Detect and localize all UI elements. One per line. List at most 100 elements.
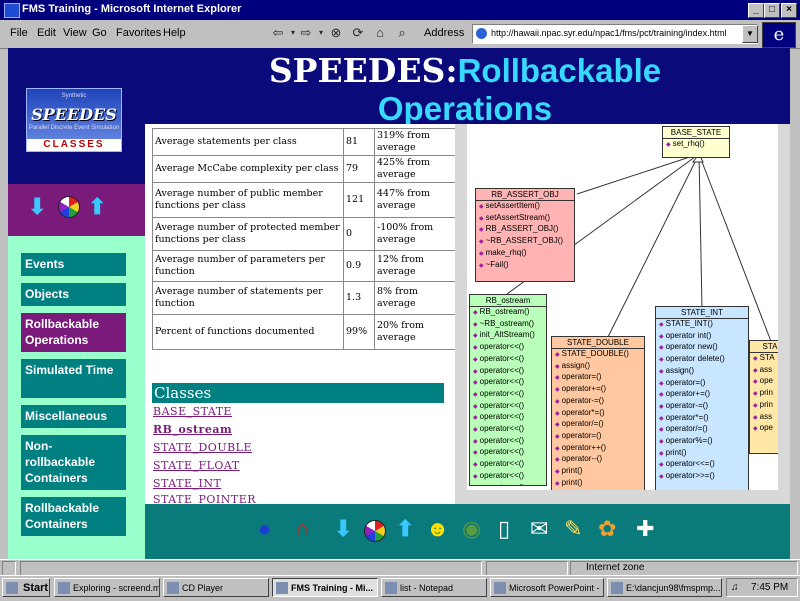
- speaker-icon[interactable]: ♫: [731, 579, 739, 596]
- menu-view[interactable]: View: [63, 27, 87, 39]
- box-rb-ostream[interactable]: RB_ostream RB_ostream()~RB_ostream()init…: [469, 294, 547, 486]
- op-line: operator<<(): [470, 401, 546, 413]
- op-line: init_AltStream(): [470, 330, 546, 342]
- diagram-horizontal-scrollbar[interactable]: [467, 490, 790, 504]
- notes-icon[interactable]: ✎: [564, 516, 582, 542]
- class-diagram: BASE_STATE set_rhq() RB_ASSERT_OBJ setAs…: [467, 124, 790, 490]
- stats-cell-note: 425% from average: [374, 155, 456, 183]
- stats-cell-note: 319% from average: [374, 128, 456, 156]
- status-progress: [486, 561, 568, 576]
- title-rollbackable: Rollbackable: [457, 52, 662, 89]
- task-fms-training[interactable]: FMS Training - Mi...: [272, 578, 378, 597]
- home-icon[interactable]: ⌂: [296, 516, 309, 542]
- stats-row: Average number of statements per functio…: [152, 281, 456, 315]
- nav-miscellaneous[interactable]: Miscellaneous: [21, 405, 126, 428]
- up-arrow-icon[interactable]: ⬆: [396, 516, 414, 542]
- globe-icon[interactable]: ●: [258, 516, 271, 542]
- nav-simulated-time[interactable]: Simulated Time: [21, 359, 126, 398]
- nav-non-rollbackable-containers[interactable]: Non-rollbackable Containers: [21, 435, 126, 490]
- op-line: RB_ASSERT_OBJ(): [476, 224, 574, 236]
- address-field[interactable]: http://hawaii.npac.syr.edu/npac1/fms/pct…: [472, 24, 758, 44]
- stop-icon[interactable]: ⊗: [326, 24, 346, 42]
- box-state-int[interactable]: STATE_INT STATE_INT()operator int()opera…: [655, 306, 749, 490]
- color-wheel-icon[interactable]: [58, 196, 80, 218]
- clock[interactable]: 7:45 PM: [751, 579, 788, 596]
- class-link-state-float[interactable]: STATE_FLOAT: [153, 459, 240, 472]
- diagram-vertical-scrollbar[interactable]: [778, 124, 790, 490]
- maximize-button[interactable]: □: [764, 3, 780, 18]
- op-line: set_rhq(): [663, 139, 729, 151]
- refresh-icon[interactable]: ⟳: [348, 24, 368, 42]
- menu-edit[interactable]: Edit: [37, 27, 56, 39]
- box-state-double-title: STATE_DOUBLE: [552, 337, 644, 349]
- page-icon: [476, 28, 487, 39]
- op-line: operator<<(): [470, 342, 546, 354]
- task-cd-player[interactable]: CD Player: [163, 578, 269, 597]
- stats-row: Average number of public member function…: [152, 182, 456, 218]
- logo-name: SPEEDES: [31, 105, 117, 124]
- menu-file[interactable]: File: [10, 27, 28, 39]
- task-powerpoint[interactable]: Microsoft PowerPoint - ...: [490, 578, 604, 597]
- logo-classes-label: CLASSES: [27, 139, 121, 151]
- color-wheel-icon[interactable]: [364, 520, 386, 542]
- op-line: operator-=(): [656, 401, 748, 413]
- op-line: operator+=(): [552, 384, 644, 396]
- up-arrow-icon[interactable]: ⬆: [88, 194, 106, 220]
- stats-cell-value: 0: [343, 217, 375, 251]
- logo-top-text: Synthetic: [61, 93, 87, 99]
- start-button[interactable]: Start: [2, 578, 50, 597]
- minimize-button[interactable]: _: [748, 3, 764, 18]
- door-icon[interactable]: ▯: [498, 516, 510, 542]
- op-line: operator<<(): [470, 412, 546, 424]
- class-link-state-int[interactable]: STATE_INT: [153, 477, 221, 490]
- content-scrollbar[interactable]: [455, 124, 467, 504]
- window-title-bar[interactable]: FMS Training - Microsoft Internet Explor…: [0, 0, 800, 20]
- ie-app-icon[interactable]: [4, 3, 20, 18]
- stats-cell-metric: Average number of protected member funct…: [152, 217, 344, 251]
- address-url[interactable]: http://hawaii.npac.syr.edu/npac1/fms/pct…: [491, 28, 727, 38]
- op-line: operator/=(): [552, 419, 644, 431]
- op-line: setAssertStream(): [476, 213, 574, 225]
- nav-events[interactable]: Events: [21, 253, 126, 276]
- address-dropdown-icon[interactable]: ▼: [742, 25, 758, 43]
- close-button[interactable]: ×: [781, 3, 797, 18]
- op-line: operator=(): [552, 372, 644, 384]
- op-line: operator<<(): [470, 377, 546, 389]
- class-link-state-double[interactable]: STATE_DOUBLE: [153, 441, 252, 454]
- first-aid-icon[interactable]: ✚: [636, 516, 654, 542]
- op-line: print(): [552, 466, 644, 478]
- box-base-state-title: BASE_STATE: [663, 127, 729, 139]
- home-icon[interactable]: ⌂: [370, 24, 390, 42]
- down-arrow-icon[interactable]: ⬇: [334, 516, 352, 542]
- box-state-double[interactable]: STATE_DOUBLE STATE_DOUBLE()assign()opera…: [551, 336, 645, 490]
- stats-cell-note: 8% from average: [374, 281, 456, 315]
- menu-go[interactable]: Go: [92, 27, 107, 39]
- nav-rollbackable-containers[interactable]: Rollbackable Containers: [21, 497, 126, 536]
- stats-cell-note: -100% from average: [374, 217, 456, 251]
- class-link-base-state[interactable]: BASE_STATE: [153, 405, 232, 418]
- mailbox-icon[interactable]: ✉: [530, 516, 548, 542]
- palette-icon[interactable]: ✿: [598, 516, 616, 542]
- stats-row: Percent of functions documented 99% 20% fr…: [152, 314, 456, 350]
- op-line: ~Fail(): [476, 260, 574, 272]
- task-exploring[interactable]: Exploring - screend.mpe: [54, 578, 160, 597]
- eye-icon[interactable]: ◉: [462, 516, 481, 542]
- menu-help[interactable]: Help: [163, 27, 186, 39]
- nav-rollbackable-operations[interactable]: Rollbackable Operations: [21, 313, 126, 352]
- nav-objects[interactable]: Objects: [21, 283, 126, 306]
- task-notepad[interactable]: list - Notepad: [381, 578, 487, 597]
- down-arrow-icon[interactable]: ⬇: [28, 194, 46, 220]
- box-rb-assert-obj[interactable]: RB_ASSERT_OBJ setAssertItem()setAssertSt…: [475, 188, 575, 282]
- menu-favorites[interactable]: Favorites: [116, 27, 161, 39]
- status-zone: Internet zone: [586, 562, 645, 573]
- op-line: operator<<(): [470, 436, 546, 448]
- stats-cell-metric: Average number of statements per functio…: [152, 281, 344, 315]
- op-line: setAssertItem(): [476, 201, 574, 213]
- address-label: Address: [424, 27, 465, 39]
- box-state-int-title: STATE_INT: [656, 307, 748, 319]
- class-link-rb-ostream[interactable]: RB_ostream: [153, 423, 232, 436]
- task-explorer-path[interactable]: E:\dancjun98\fmspmp...: [607, 578, 722, 597]
- search-icon[interactable]: ⌕: [392, 24, 412, 42]
- smiley-icon[interactable]: ☻: [426, 516, 449, 542]
- box-base-state[interactable]: BASE_STATE set_rhq(): [662, 126, 730, 158]
